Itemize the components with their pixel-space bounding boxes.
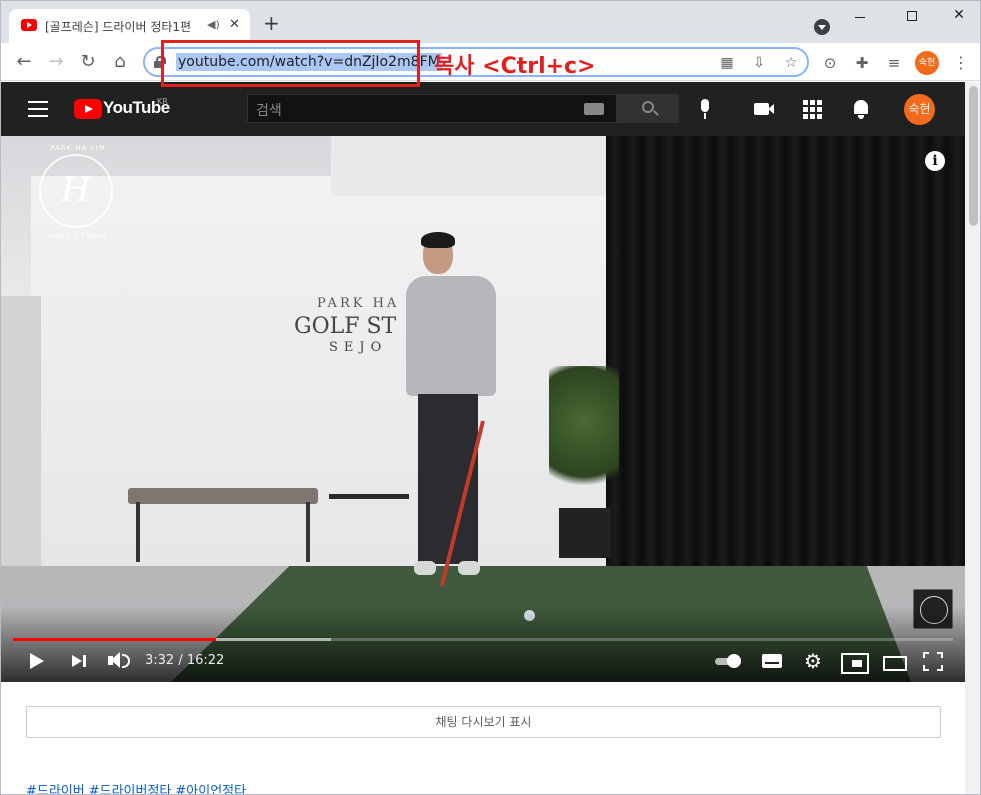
- tab-title: [골프레슨] 드라이버 정타1편: [45, 20, 192, 34]
- logo-bottom-text: GOLF STUDIO: [48, 232, 108, 240]
- info-icon[interactable]: i: [925, 151, 945, 171]
- media-control-icon[interactable]: ≡: [885, 54, 903, 72]
- microphone-icon[interactable]: [694, 98, 716, 120]
- region-code: KR: [157, 97, 168, 106]
- puzzle-icon[interactable]: ✚: [853, 54, 871, 72]
- studio-watermark-logo: PARK HA LIM H GOLF STUDIO: [39, 144, 113, 240]
- bookmark-star-icon[interactable]: ☆: [783, 55, 799, 71]
- speaker-icon[interactable]: ◀): [207, 18, 220, 31]
- search-button[interactable]: [617, 94, 679, 123]
- youtube-header: YouTube KR 검색 숙현: [1, 82, 965, 136]
- tab-strip: [골프레슨] 드라이버 정타1편 ◀) ✕ + ✕: [1, 1, 980, 43]
- search-input[interactable]: 검색: [247, 94, 617, 123]
- search-icon: [642, 101, 654, 113]
- hashtag-list: #드라이버 #드라이버정타 #아이언정타: [26, 780, 250, 794]
- maximize-button[interactable]: [889, 7, 935, 25]
- user-avatar[interactable]: 숙현: [904, 94, 935, 125]
- play-icon[interactable]: [29, 650, 45, 672]
- home-button[interactable]: ⌂: [109, 51, 131, 73]
- golfer-body: [406, 276, 496, 396]
- autoplay-toggle-icon[interactable]: [715, 650, 743, 672]
- forward-button[interactable]: →: [45, 51, 67, 73]
- maximize-icon: [907, 11, 917, 21]
- time-display: 3:32 / 16:22: [145, 653, 225, 668]
- scrollbar-thumb[interactable]: [969, 86, 978, 226]
- tab-close-icon[interactable]: ✕: [229, 17, 240, 32]
- video-plant-pot: [559, 508, 611, 558]
- bench-leg: [306, 502, 310, 562]
- logo-top-text: PARK HA LIM: [50, 144, 106, 152]
- golfer-shoe: [458, 561, 480, 575]
- settings-gear-icon[interactable]: ⚙: [803, 650, 823, 672]
- back-button[interactable]: ←: [13, 51, 35, 73]
- browser-menu-icon[interactable]: ⋮: [953, 53, 969, 72]
- qr-code-icon[interactable]: ▦: [719, 55, 735, 71]
- progress-played: [13, 638, 217, 641]
- window-close-button[interactable]: ✕: [936, 7, 980, 23]
- reload-button[interactable]: ↻: [77, 51, 99, 73]
- youtube-logo-icon[interactable]: [74, 99, 102, 119]
- fullscreen-icon[interactable]: [923, 650, 943, 672]
- hashtag-link[interactable]: #드라이버: [26, 784, 85, 794]
- minimize-button[interactable]: [837, 3, 883, 22]
- bench-leg: [136, 502, 140, 562]
- search-placeholder: 검색: [256, 103, 282, 119]
- browser-window: [골프레슨] 드라이버 정타1편 ◀) ✕ + ✕ ← → ↻ ⌂ youtub…: [0, 0, 981, 795]
- install-icon[interactable]: ⇩: [751, 55, 767, 71]
- annotation-label: 복사 <Ctrl+c>: [434, 54, 596, 79]
- chat-replay-button[interactable]: 채팅 다시보기 표시: [26, 706, 941, 738]
- tab-search-icon[interactable]: [814, 19, 830, 35]
- miniplayer-icon[interactable]: [841, 650, 869, 674]
- golfer-shoe: [414, 561, 436, 575]
- golfer-figure: [396, 232, 506, 596]
- logo-letter: H: [61, 170, 91, 210]
- hamburger-menu-icon[interactable]: [28, 101, 48, 117]
- subtitles-icon[interactable]: [762, 650, 782, 672]
- hashtag-link[interactable]: #드라이버정타: [89, 784, 172, 794]
- golfer-hair: [421, 232, 455, 248]
- wall-sign-line3: SEJO: [329, 340, 388, 355]
- next-video-icon[interactable]: [72, 650, 88, 672]
- browser-tab[interactable]: [골프레슨] 드라이버 정타1편 ◀) ✕: [9, 9, 250, 43]
- notifications-bell-icon[interactable]: [850, 98, 872, 120]
- apps-grid-icon[interactable]: [801, 98, 823, 120]
- new-tab-button[interactable]: +: [263, 13, 280, 33]
- video-bench: [128, 488, 318, 504]
- volume-icon[interactable]: [108, 650, 130, 672]
- profile-avatar[interactable]: 숙현: [915, 51, 939, 75]
- minimize-icon: [855, 17, 865, 18]
- theater-mode-icon[interactable]: [883, 650, 907, 672]
- wall-sign-line1: PARK HA: [317, 296, 400, 311]
- mouse-icon[interactable]: ⊙: [821, 54, 839, 72]
- video-player[interactable]: PARK HA GOLF ST SEJO PARK HA LIM H GOLF …: [1, 136, 965, 682]
- page-scrollbar[interactable]: [965, 82, 980, 794]
- keyboard-icon[interactable]: [584, 103, 604, 115]
- video-ceiling-panel: [331, 136, 611, 196]
- wall-sign-line2: GOLF ST: [294, 314, 397, 339]
- video-wall: [31, 176, 611, 586]
- create-video-icon[interactable]: [753, 98, 775, 120]
- youtube-favicon-icon: [21, 19, 37, 31]
- annotation-highlight-box: [161, 40, 420, 87]
- progress-bar[interactable]: [13, 638, 953, 641]
- hashtag-link[interactable]: #아이언정타: [175, 784, 246, 794]
- below-video-area: 채팅 다시보기 표시 #드라이버 #드라이버정타 #아이언정타: [1, 682, 965, 794]
- video-plant: [549, 366, 619, 506]
